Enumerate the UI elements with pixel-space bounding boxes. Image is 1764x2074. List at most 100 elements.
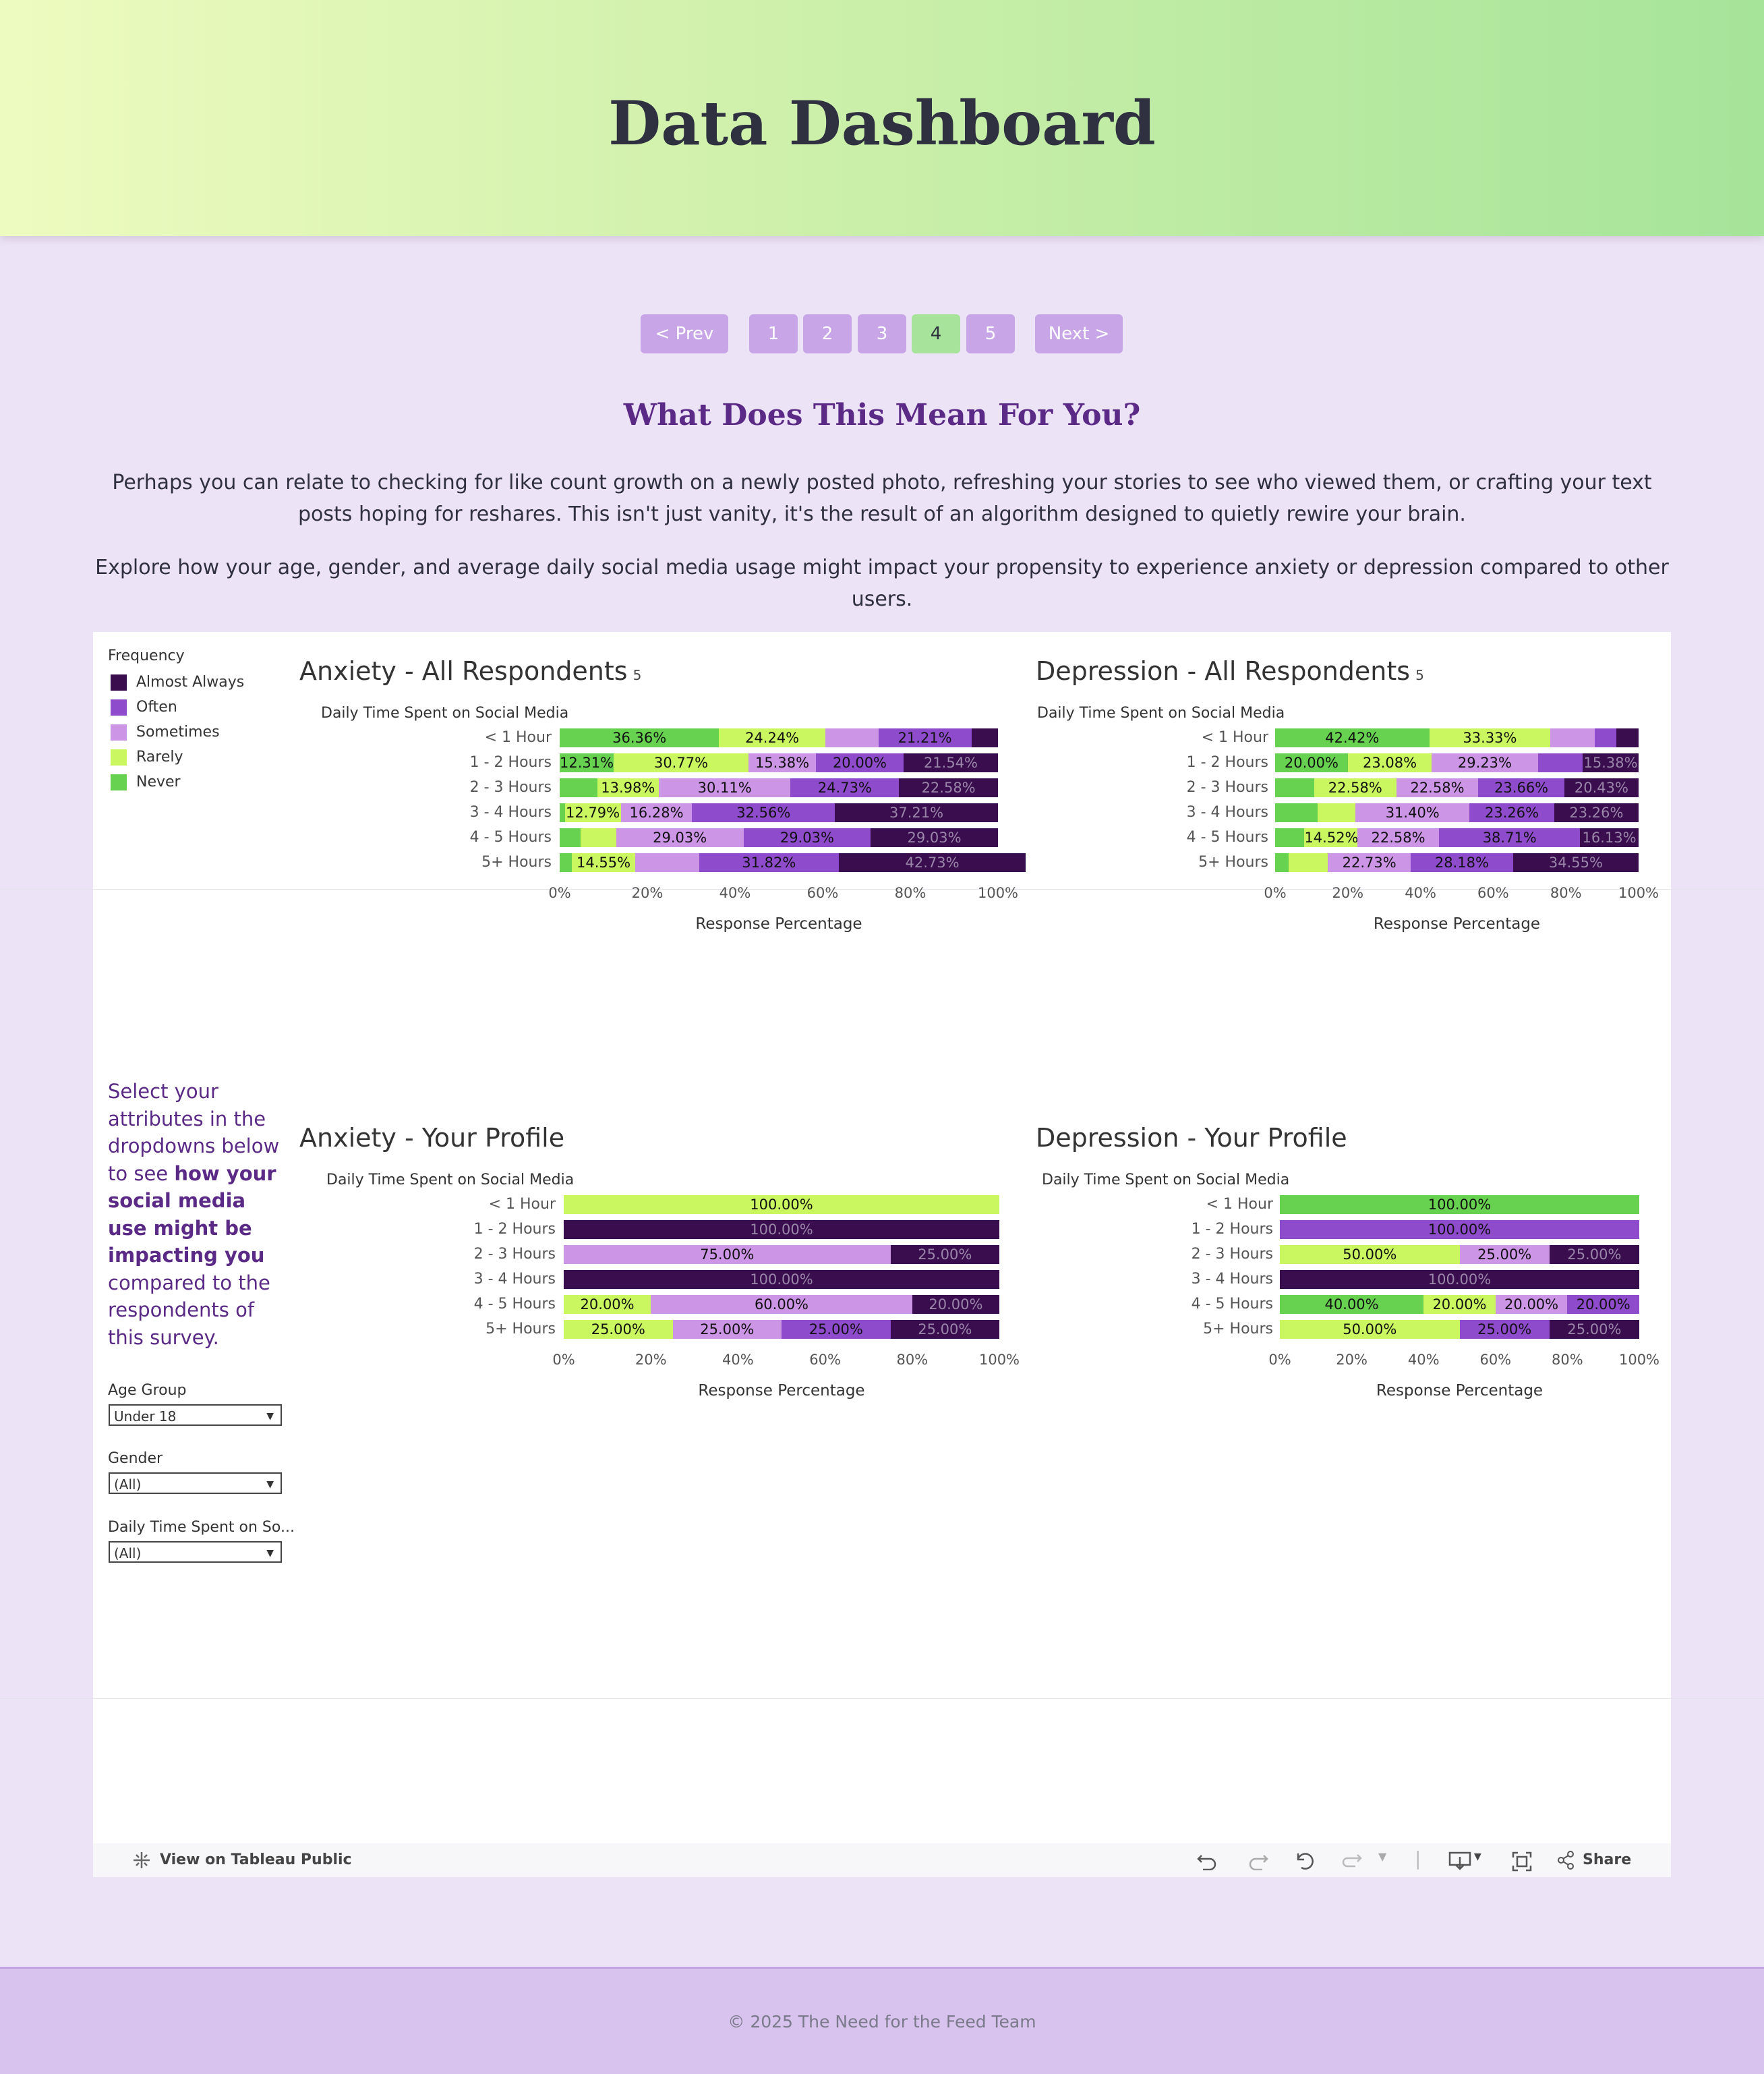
bar-segment[interactable]: 42.42% [1275,728,1430,747]
bar-segment[interactable]: 25.00% [782,1320,891,1339]
bar-segment[interactable]: 50.00% [1280,1245,1460,1264]
bar-segment[interactable]: 36.36% [560,728,719,747]
bar-segment[interactable]: 22.73% [1328,853,1411,872]
bar-segment[interactable]: 20.00% [1495,1295,1568,1314]
page-1-button[interactable]: 1 [749,314,798,353]
bar-segment[interactable]: 100.00% [564,1270,999,1289]
bar-segment[interactable]: 25.00% [890,1320,999,1339]
revert-icon[interactable] [1296,1851,1318,1870]
bar-segment[interactable]: 100.00% [564,1195,999,1214]
bar-segment[interactable]: 25.00% [1549,1245,1639,1264]
bar-segment[interactable]: 16.13% [1580,828,1639,847]
bar-segment[interactable]: 32.56% [692,803,835,822]
bar-segment[interactable] [825,728,879,747]
bar-segment[interactable] [1317,803,1356,822]
bar-segment[interactable]: 29.03% [616,828,744,847]
bar-segment[interactable] [1275,828,1305,847]
share-button[interactable]: Share [1556,1851,1631,1870]
fullscreen-icon[interactable] [1512,1851,1532,1872]
bar-segment[interactable]: 38.71% [1439,828,1581,847]
bar-segment[interactable]: 100.00% [1280,1195,1639,1214]
bar-segment[interactable] [1275,803,1318,822]
bar-segment[interactable]: 16.28% [620,803,693,822]
bar-segment[interactable] [1275,778,1314,797]
bar-segment[interactable] [1616,728,1639,747]
bar-segment[interactable]: 20.43% [1564,778,1639,797]
bar-segment[interactable] [1537,753,1583,772]
bar-segment[interactable]: 100.00% [1280,1270,1639,1289]
prev-button[interactable]: < Prev [641,314,728,353]
redo-icon[interactable] [1247,1851,1269,1870]
bar-segment[interactable] [581,828,616,847]
age-group-dropdown[interactable]: Under 18 ▼ [109,1404,282,1426]
bar-segment[interactable]: 40.00% [1280,1295,1424,1314]
bar-segment[interactable]: 100.00% [564,1220,999,1239]
daily-time-dropdown[interactable]: (All) ▼ [109,1541,282,1563]
bar-segment[interactable]: 31.82% [699,853,839,872]
refresh-icon[interactable] [1342,1851,1363,1870]
bar-segment[interactable]: 24.73% [790,778,900,797]
bar-segment[interactable]: 23.26% [1554,803,1639,822]
view-on-tableau-link[interactable]: View on Tableau Public [132,1851,352,1870]
bar-segment[interactable]: 37.21% [835,803,998,822]
page-4-button[interactable]: 4 [912,314,960,353]
bar-segment[interactable] [1594,728,1617,747]
bar-segment[interactable] [560,778,597,797]
bar-segment[interactable]: 12.31% [560,753,614,772]
chevron-down-icon[interactable]: ▼ [1474,1851,1481,1862]
bar-segment[interactable]: 14.55% [571,853,636,872]
bar-segment[interactable] [560,803,565,822]
bar-segment[interactable]: 60.00% [651,1295,912,1314]
bar-segment[interactable]: 20.00% [564,1295,651,1314]
bar-segment[interactable]: 31.40% [1355,803,1470,822]
bar-segment[interactable]: 28.18% [1410,853,1513,872]
bar-segment[interactable] [1275,853,1289,872]
bar-segment[interactable] [560,828,581,847]
bar-segment[interactable]: 15.38% [1583,753,1639,772]
bar-segment[interactable]: 21.54% [903,753,998,772]
bar-segment[interactable]: 22.58% [899,778,998,797]
bar-segment[interactable]: 29.03% [743,828,871,847]
bar-segment[interactable]: 14.52% [1304,828,1357,847]
bar-segment[interactable]: 20.00% [815,753,904,772]
bar-segment[interactable]: 25.00% [672,1320,782,1339]
bar-segment[interactable]: 25.00% [1459,1245,1550,1264]
undo-icon[interactable] [1196,1851,1218,1870]
bar-segment[interactable]: 29.23% [1432,753,1538,772]
bar-segment[interactable]: 42.73% [838,853,1026,872]
bar-segment[interactable]: 20.00% [1275,753,1348,772]
bar-segment[interactable]: 29.03% [871,828,998,847]
bar-segment[interactable]: 15.38% [748,753,816,772]
bar-segment[interactable]: 30.77% [614,753,748,772]
next-button[interactable]: Next > [1035,314,1123,353]
bar-segment[interactable]: 22.58% [1314,778,1396,797]
bar-segment[interactable]: 20.00% [912,1295,999,1314]
bar-segment[interactable] [1288,853,1328,872]
bar-segment[interactable]: 33.33% [1429,728,1551,747]
page-3-button[interactable]: 3 [858,314,906,353]
bar-segment[interactable]: 23.66% [1478,778,1564,797]
chevron-down-icon[interactable]: ▼ [1378,1850,1386,1863]
bar-segment[interactable] [1550,728,1595,747]
bar-segment[interactable]: 24.24% [719,728,825,747]
bar-segment[interactable]: 30.11% [658,778,791,797]
bar-segment[interactable]: 23.08% [1347,753,1432,772]
bar-segment[interactable]: 22.58% [1357,828,1440,847]
bar-segment[interactable]: 12.79% [564,803,621,822]
page-2-button[interactable]: 2 [803,314,852,353]
gender-dropdown[interactable]: (All) ▼ [109,1472,282,1494]
bar-segment[interactable] [560,853,572,872]
download-icon[interactable] [1448,1851,1471,1872]
bar-segment[interactable] [635,853,699,872]
bar-segment[interactable]: 25.00% [1549,1320,1639,1339]
bar-segment[interactable]: 25.00% [1459,1320,1550,1339]
bar-segment[interactable]: 20.00% [1567,1295,1639,1314]
bar-segment[interactable]: 22.58% [1396,778,1479,797]
bar-segment[interactable]: 13.98% [597,778,659,797]
bar-segment[interactable]: 50.00% [1280,1320,1460,1339]
bar-segment[interactable]: 75.00% [564,1245,891,1264]
bar-segment[interactable]: 23.26% [1469,803,1554,822]
page-5-button[interactable]: 5 [966,314,1015,353]
bar-segment[interactable] [971,728,998,747]
bar-segment[interactable]: 25.00% [564,1320,673,1339]
